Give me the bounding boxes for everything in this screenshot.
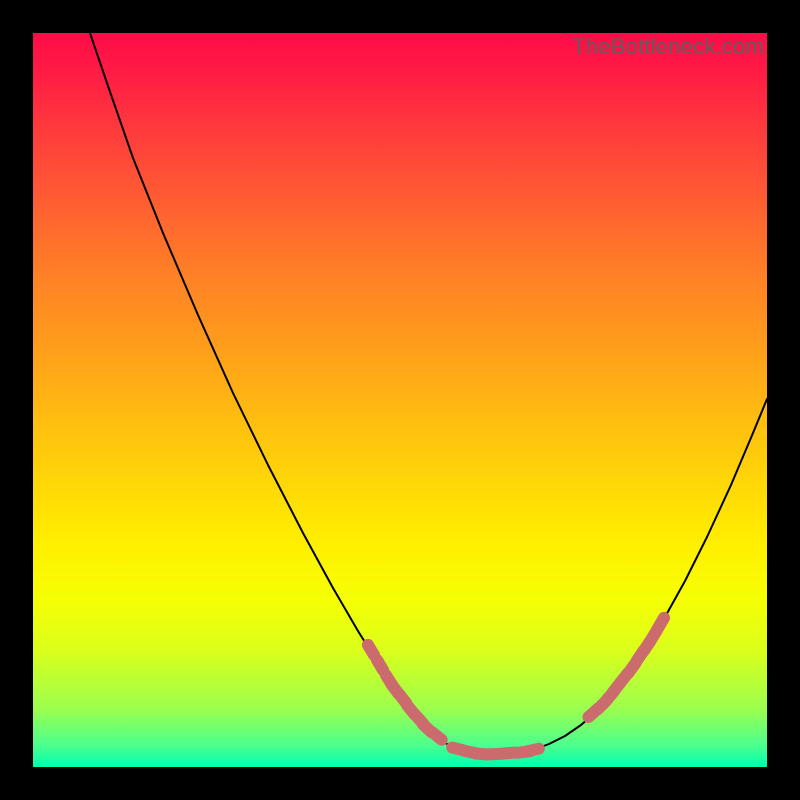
marker-group-left — [360, 637, 450, 749]
curve-svg — [33, 33, 767, 767]
bottleneck-curve — [90, 33, 767, 754]
marker-group-bottom — [445, 740, 546, 761]
watermark-text: TheBottleneck.com — [572, 34, 764, 60]
marker-group-right — [580, 610, 672, 726]
chart-frame: TheBottleneck.com — [0, 0, 800, 800]
plot-area — [33, 33, 767, 767]
curve-marker — [520, 742, 546, 759]
